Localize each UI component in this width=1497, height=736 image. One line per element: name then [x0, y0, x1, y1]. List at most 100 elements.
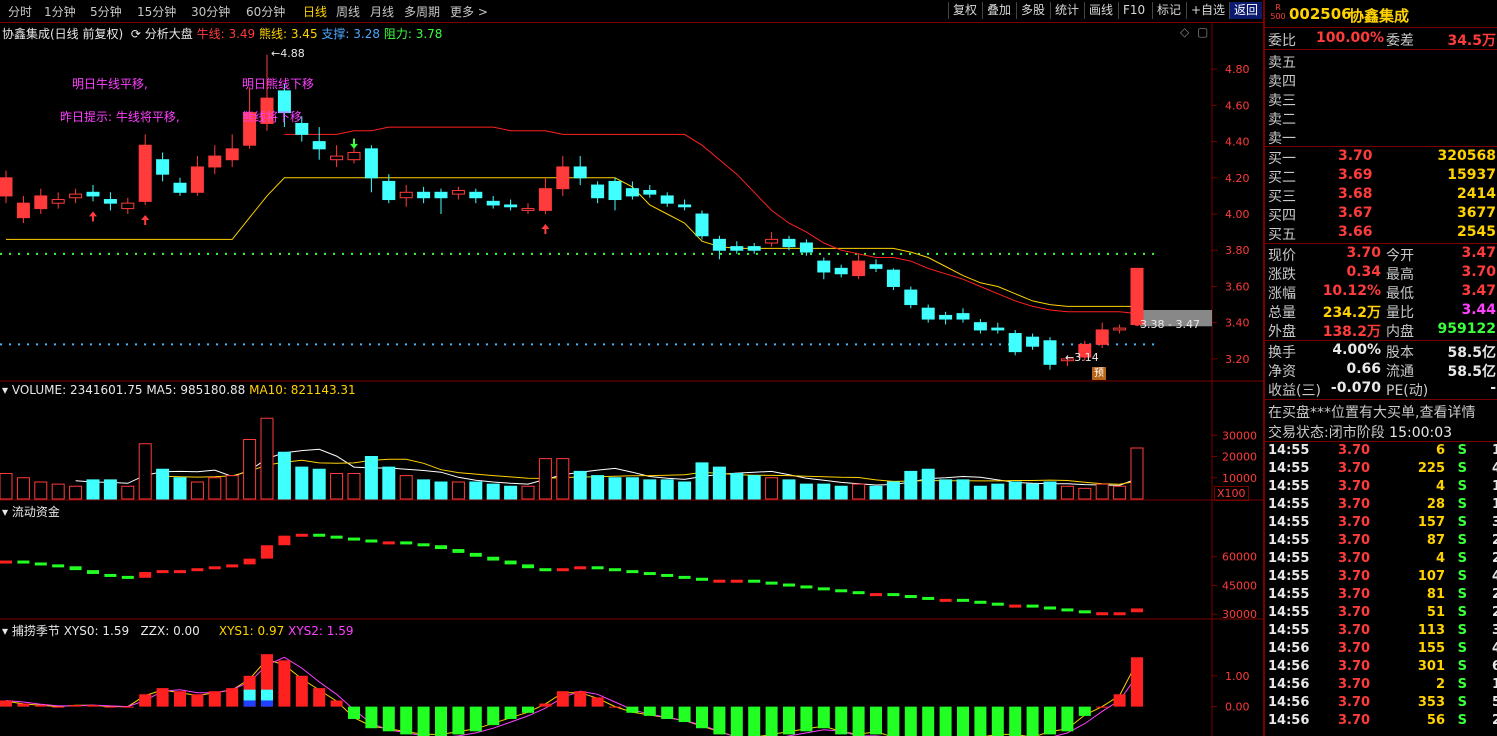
- tick-side: S: [1457, 443, 1467, 458]
- season-bar: [852, 706, 865, 736]
- volume-bar: [678, 481, 692, 500]
- tick-price: 3.70: [1338, 713, 1371, 728]
- tick-time: 14:55: [1268, 515, 1310, 530]
- flow-bar: [609, 568, 621, 572]
- draw-line-button[interactable]: 画线: [1084, 2, 1117, 19]
- tick-time: 14:56: [1268, 677, 1310, 692]
- flow-label: 流动资金: [11, 505, 60, 519]
- mark-button[interactable]: 标记: [1152, 2, 1185, 19]
- volume-bar: [817, 483, 831, 500]
- statistics-button[interactable]: 统计: [1050, 2, 1083, 19]
- buy-arrow-icon: [141, 214, 150, 225]
- forecast-badge[interactable]: 预: [1092, 367, 1106, 380]
- y-tick-label: 20000: [1222, 451, 1257, 464]
- season-bar: [417, 706, 430, 736]
- candle-body: [69, 193, 83, 199]
- flow-bar: [1009, 604, 1022, 608]
- tick-time: 14:55: [1268, 587, 1310, 602]
- period-tab-more[interactable]: 更多 >: [450, 3, 488, 20]
- period-tab-15min[interactable]: 15分钟: [137, 3, 176, 20]
- multi-stock-button[interactable]: 多股: [1016, 2, 1049, 19]
- period-tab-1min[interactable]: 1分钟: [44, 3, 76, 20]
- volume-unit: X100: [1214, 486, 1249, 501]
- tick-count: 2: [1491, 551, 1497, 566]
- tick-time: 14:55: [1268, 533, 1310, 548]
- volume-bar: [469, 481, 483, 500]
- season-bar: [1044, 706, 1056, 735]
- volume-bar: [312, 468, 326, 500]
- season-bar: [191, 694, 204, 707]
- back-button[interactable]: 返回: [1229, 2, 1263, 19]
- flow-bar: [400, 541, 413, 545]
- period-tab-monthly[interactable]: 月线: [370, 3, 394, 20]
- ask-label: 卖三: [1268, 93, 1296, 109]
- fuquan-button[interactable]: 复权: [948, 2, 981, 19]
- period-tab-5min[interactable]: 5分钟: [90, 3, 122, 20]
- tick-count: 5: [1491, 695, 1497, 710]
- volume-ma5: MA5: 985180.88: [146, 383, 246, 397]
- trade-status: 交易状态:闭市阶段 15:00:03: [1268, 422, 1497, 441]
- stat-label: 最高: [1386, 267, 1414, 283]
- flow-bar: [991, 602, 1004, 606]
- flow-bar: [887, 593, 900, 597]
- big-order-notice[interactable]: 在买盘***位置有大买单,查看详情: [1268, 402, 1497, 421]
- season-bar: [574, 691, 587, 707]
- season-collapse-icon[interactable]: ▾: [2, 624, 8, 638]
- candle-body: [904, 289, 918, 306]
- stat-label: 外盘: [1268, 324, 1296, 340]
- tick-row: 14:55 3.70 81 S 2: [1268, 587, 1497, 605]
- stat-value: 3.47: [1461, 283, 1496, 299]
- volume-bar: [608, 477, 622, 500]
- tick-time: 14:56: [1268, 695, 1310, 710]
- candle-body: [156, 159, 170, 175]
- flow-bar: [121, 575, 134, 579]
- candle-body: [504, 204, 518, 208]
- f10-button[interactable]: F10: [1118, 2, 1149, 19]
- period-tab-weekly[interactable]: 周线: [336, 3, 360, 20]
- volume-bar: [364, 456, 378, 500]
- candle-body: [190, 166, 204, 193]
- candle-body: [399, 191, 413, 199]
- tick-time: 14:55: [1268, 623, 1310, 638]
- flow-bar: [295, 533, 308, 537]
- period-tab-daily[interactable]: 日线: [303, 3, 327, 20]
- stat-label: 涨跌: [1268, 267, 1296, 283]
- ask-label: 卖一: [1268, 131, 1296, 147]
- candle-body: [86, 191, 100, 197]
- tick-side: S: [1457, 569, 1467, 584]
- period-tab-multi[interactable]: 多周期: [404, 3, 440, 20]
- volume-collapse-icon[interactable]: ▾: [2, 383, 8, 397]
- bid-price: 3.69: [1338, 167, 1373, 183]
- overlay-button[interactable]: 叠加: [982, 2, 1015, 19]
- y-tick-label: 30000: [1222, 608, 1257, 621]
- volume-bar: [451, 481, 465, 500]
- candle-body: [173, 182, 187, 193]
- tick-volume: 155: [1417, 641, 1445, 656]
- season-bar: [1131, 657, 1143, 707]
- add-watchlist-button[interactable]: +自选: [1186, 2, 1229, 19]
- flow-bar: [208, 566, 221, 570]
- fund-value: 58.5亿: [1447, 345, 1496, 361]
- volume-bar: [747, 475, 761, 500]
- flow-bar: [365, 539, 378, 543]
- volume-bar: [208, 477, 222, 500]
- tick-volume: 4: [1435, 479, 1445, 494]
- flow-bar: [748, 579, 761, 583]
- tick-row: 14:55 3.70 107 S 4: [1268, 569, 1497, 587]
- stat-value: 3.47: [1461, 245, 1496, 261]
- low-marker: ←3.14: [1065, 351, 1099, 364]
- flow-collapse-icon[interactable]: ▾: [2, 505, 8, 519]
- flow-bar: [626, 570, 639, 574]
- period-tab-60min[interactable]: 60分钟: [246, 3, 285, 20]
- period-tab-30min[interactable]: 30分钟: [191, 3, 230, 20]
- season-bar: [1061, 706, 1074, 732]
- period-tab-fenshi[interactable]: 分时: [8, 3, 32, 20]
- tick-row: 14:56 3.70 301 S 6: [1268, 659, 1497, 677]
- flow-bar: [17, 560, 30, 564]
- candle-body: [747, 246, 761, 251]
- candle-body: [991, 327, 1005, 331]
- stat-label: 涨幅: [1268, 286, 1296, 302]
- season-bar: [87, 705, 99, 707]
- bid-row: 买二 3.69 15937: [1268, 167, 1497, 186]
- season-bar: [435, 706, 447, 736]
